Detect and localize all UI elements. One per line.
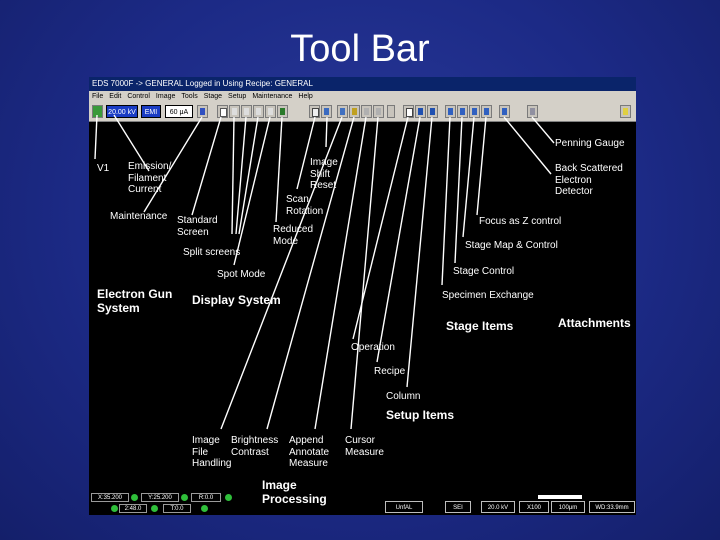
- group-attachments: Attachments: [558, 316, 631, 330]
- info-working-distance: WD:33.9mm: [589, 501, 635, 513]
- callout-standard-screen: Standard Screen: [177, 215, 218, 238]
- callout-brightness-contrast: Brightness Contrast: [231, 435, 279, 458]
- callout-scan-rotation: Scan Rotation: [286, 194, 324, 217]
- callout-split-screens: Split screens: [183, 247, 241, 258]
- callout-cursor-measure: Cursor Measure: [345, 435, 384, 458]
- callout-operation: Operation: [351, 342, 395, 353]
- callout-image-shift-reset: Image Shift Reset: [310, 157, 338, 191]
- stage-z-readout: 2:48.0: [119, 504, 147, 513]
- scale-bar: [538, 495, 582, 499]
- callout-penning-gauge: Penning Gauge: [555, 138, 625, 149]
- callout-emission: Emission/ Filament Current: [128, 161, 172, 195]
- image-info-bar: UnfAL SEI 20.0 kV X100 100μm WD:33.9mm: [385, 501, 636, 515]
- callout-specimen-exchange: Specimen Exchange: [442, 290, 534, 301]
- callout-image-file: Image File Handling: [192, 435, 232, 469]
- callout-stage-control: Stage Control: [453, 266, 515, 277]
- status-dot: [181, 494, 188, 501]
- slide-title: Tool Bar: [290, 28, 430, 70]
- callout-append-annotate: Append Annotate Measure: [289, 435, 330, 469]
- status-dot: [225, 494, 232, 501]
- status-dot: [131, 494, 138, 501]
- callout-focus-z: Focus as Z control: [479, 216, 562, 227]
- app-screenshot: EDS 7000F -> GENERAL Logged in Using Rec…: [89, 77, 636, 515]
- group-setup-items: Setup Items: [386, 408, 455, 422]
- info-detector: SEI: [445, 501, 471, 513]
- callout-spot-mode: Spot Mode: [217, 269, 266, 280]
- status-dot: [111, 505, 118, 512]
- callout-v1: V1: [97, 163, 110, 174]
- info-scale: 100μm: [551, 501, 585, 513]
- info-magnification: X100: [519, 501, 549, 513]
- status-dot: [151, 505, 158, 512]
- info-user: UnfAL: [385, 501, 423, 513]
- stage-y-readout: Y:25.200: [141, 493, 179, 502]
- stage-r-readout: R:0.0: [191, 493, 221, 502]
- callout-maintenance: Maintenance: [110, 211, 168, 222]
- callout-recipe: Recipe: [374, 366, 406, 377]
- group-image-processing: Image Processing: [262, 478, 327, 506]
- info-kv: 20.0 kV: [481, 501, 515, 513]
- group-stage-items: Stage Items: [446, 319, 514, 333]
- callout-reduced-mode: Reduced Mode: [273, 224, 314, 247]
- callout-stage-map: Stage Map & Control: [465, 240, 558, 251]
- group-electron-gun: Electron Gun System: [97, 287, 173, 315]
- group-display-system: Display System: [192, 293, 281, 307]
- callout-column: Column: [386, 391, 421, 402]
- stage-x-readout: X:35.200: [91, 493, 129, 502]
- status-dot: [201, 505, 208, 512]
- callout-back-scattered: Back Scattered Electron Detector: [555, 163, 623, 197]
- stage-t-readout: T:0.0: [163, 504, 191, 513]
